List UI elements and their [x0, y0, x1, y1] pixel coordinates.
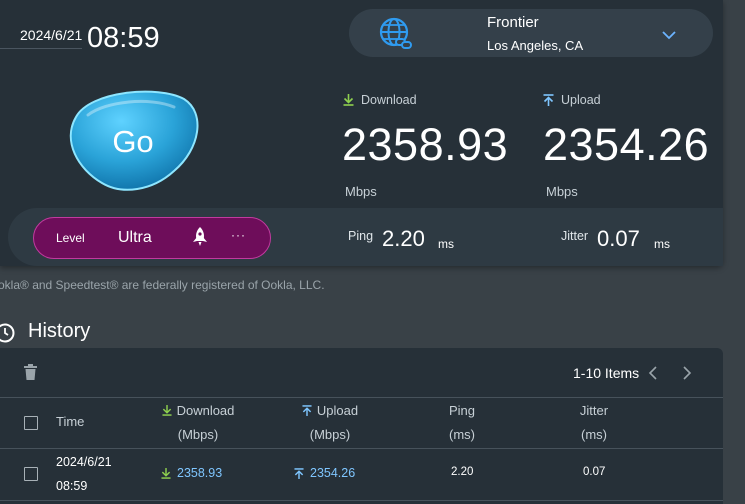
ping-unit: ms — [438, 237, 454, 251]
legal-notice: okla® and Speedtest® are federally regis… — [0, 278, 325, 292]
table-divider — [0, 397, 723, 398]
go-button-label: Go — [112, 124, 154, 159]
upload-unit: Mbps — [546, 184, 578, 199]
level-value: Ultra — [118, 229, 152, 246]
server-selector[interactable]: Frontier Los Angeles, CA — [349, 9, 713, 57]
download-arrow-icon — [161, 467, 171, 479]
column-unit: (ms) — [449, 427, 475, 442]
level-more-button[interactable]: ··· — [231, 228, 246, 242]
row-jitter: 0.07 — [583, 466, 606, 478]
row-date: 2024/6/21 — [56, 455, 112, 469]
upload-arrow-icon — [543, 94, 554, 106]
level-selector[interactable]: Level Ultra ··· — [33, 217, 271, 259]
pager-text: 1-10 Items — [573, 365, 640, 381]
rocket-icon — [190, 226, 210, 253]
table-divider — [0, 500, 723, 501]
row-time: 08:59 — [56, 479, 88, 493]
row-checkbox[interactable] — [24, 467, 38, 481]
column-header-time: Time — [56, 414, 85, 429]
column-label: Upload — [316, 403, 359, 418]
download-arrow-icon — [162, 405, 172, 416]
column-header-download[interactable]: Download (Mbps) — [150, 403, 246, 442]
download-label: Download — [361, 93, 417, 107]
column-label: Download — [176, 403, 235, 418]
upload-label: Upload — [561, 93, 601, 107]
jitter-unit: ms — [654, 237, 670, 251]
ping-value: 2.20 — [382, 226, 425, 251]
chevron-right-icon[interactable] — [682, 366, 692, 385]
row-upload-value: 2354.26 — [310, 466, 356, 480]
column-label: Jitter — [579, 403, 609, 418]
server-location: Los Angeles, CA — [487, 38, 584, 53]
download-header: Download — [343, 93, 417, 107]
row-download[interactable]: 2358.93 — [161, 466, 222, 480]
row-upload[interactable]: 2354.26 — [294, 466, 355, 480]
ping-label: Ping — [348, 229, 374, 243]
download-arrow-icon — [343, 94, 354, 106]
globe-link-icon — [379, 17, 413, 56]
level-label: Level — [56, 231, 85, 245]
current-time: 08:59 — [87, 22, 160, 54]
download-value: 2358.93 — [342, 119, 509, 170]
history-title: History — [28, 320, 91, 342]
column-header-upload[interactable]: Upload (Mbps) — [290, 403, 370, 442]
go-button[interactable]: Go — [66, 87, 200, 193]
row-download-value: 2358.93 — [177, 466, 223, 480]
table-divider — [0, 448, 723, 449]
row-ping: 2.20 — [451, 466, 474, 478]
upload-arrow-icon — [302, 405, 312, 416]
current-date: 2024/6/21 — [20, 27, 83, 43]
select-all-checkbox[interactable] — [24, 416, 38, 430]
column-unit: (Mbps) — [309, 427, 351, 442]
server-isp: Frontier — [487, 14, 539, 31]
column-unit: (Mbps) — [177, 427, 219, 442]
column-label: Ping — [448, 403, 476, 418]
upload-value: 2354.26 — [543, 119, 710, 170]
chevron-left-icon[interactable] — [648, 366, 658, 385]
jitter-value: 0.07 — [597, 226, 640, 251]
history-clock-icon — [0, 322, 16, 349]
column-unit: (ms) — [581, 427, 607, 442]
trash-icon[interactable] — [24, 364, 37, 385]
column-header-ping[interactable]: Ping (ms) — [432, 403, 492, 442]
download-unit: Mbps — [345, 184, 377, 199]
upload-header: Upload — [543, 93, 601, 107]
jitter-label: Jitter — [561, 229, 589, 243]
chevron-down-icon[interactable] — [662, 27, 676, 45]
date-divider — [0, 48, 82, 49]
column-header-jitter[interactable]: Jitter (ms) — [564, 403, 624, 442]
upload-arrow-icon — [294, 467, 304, 479]
